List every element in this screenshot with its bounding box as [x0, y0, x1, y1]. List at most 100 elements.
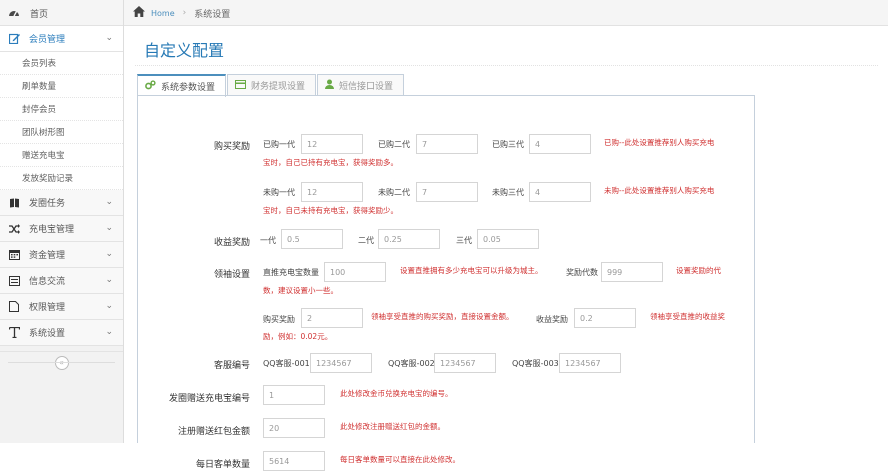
sidebar-item-label: 充电宝管理	[29, 225, 75, 235]
bought-hint-line1: 已购--此处设置推荐别人购买充电	[604, 138, 715, 147]
income-gen3-label: 三代	[456, 236, 472, 245]
income-gen2-input[interactable]	[378, 229, 440, 249]
double-chevron-left-icon[interactable]: «	[54, 355, 69, 370]
purchase-reward-label: 购买奖励	[213, 142, 250, 152]
breadcrumb: Home › 系统设置	[133, 0, 230, 26]
title-divider	[135, 65, 878, 66]
leader-purchase-input[interactable]	[301, 308, 363, 328]
calendar-icon	[8, 249, 20, 261]
submenu-item-team-tree[interactable]: 团队树形图	[0, 121, 123, 144]
bought-gen3-label: 已购三代	[492, 140, 524, 149]
notbought-hint-line2: 宝时，自己未持有充电宝，获得奖励少。	[263, 206, 398, 215]
notbought-gen3-label: 未购三代	[492, 188, 524, 197]
notbought-hint-line1: 未购--此处设置推荐别人购买充电	[604, 186, 715, 195]
sidebar: 会员管理 ⌄ 会员列表 刷单数量 封停会员 团队树形图 赠送充电宝 发放奖励记录…	[0, 26, 124, 443]
chevron-down-icon: ⌄	[105, 249, 113, 259]
notbought-gen2-label: 未购二代	[378, 188, 410, 197]
daily-orders-label: 每日客单数量	[195, 460, 250, 470]
qq-service-1-input[interactable]	[310, 353, 372, 373]
member-submenu: 会员列表 刷单数量 封停会员 团队树形图 赠送充电宝 发放奖励记录	[0, 52, 123, 190]
dashboard-label: 首页	[30, 9, 49, 20]
income-gen1-input[interactable]	[281, 229, 343, 249]
tab-label: 系统参数设置	[161, 83, 216, 93]
chevron-down-icon: ⌄	[105, 33, 113, 43]
circle-gift-id-input[interactable]	[263, 385, 325, 405]
sidebar-item-label: 会员管理	[29, 35, 66, 45]
qq-service-3-input[interactable]	[559, 353, 621, 373]
leader-generations-input[interactable]	[601, 262, 663, 282]
submenu-item-member-list[interactable]: 会员列表	[0, 52, 123, 75]
chevron-down-icon: ⌄	[105, 327, 113, 337]
leader-direct-count-label: 直推充电宝数量	[263, 268, 319, 277]
bought-gen2-label: 已购二代	[378, 140, 410, 149]
submenu-item-order-count[interactable]: 刷单数量	[0, 75, 123, 98]
bought-gen1-input[interactable]	[301, 134, 363, 154]
leader-income-hint-line1: 领袖享受直推的收益奖	[650, 312, 725, 321]
page-title: 自定义配置	[144, 41, 225, 60]
bought-hint-line2: 宝时，自己已持有充电宝，获得奖励多。	[263, 158, 398, 167]
income-gen3-input[interactable]	[477, 229, 539, 249]
submenu-item-banned-members[interactable]: 封停会员	[0, 98, 123, 121]
main-content: 自定义配置 系统参数设置 财务提现设置 短信接口设置 购买奖励 已购一代 已购二…	[125, 27, 888, 471]
sidebar-item-label: 发圈任务	[29, 199, 66, 209]
tab-system-params[interactable]: 系统参数设置	[137, 74, 227, 97]
daily-orders-hint: 每日客单数量可以直接在此处修改。	[340, 455, 460, 464]
sidebar-item-label: 资金管理	[29, 251, 66, 261]
bought-gen3-input[interactable]	[529, 134, 591, 154]
qq-service-1-label: QQ客服-001	[263, 359, 310, 368]
leader-direct-count-input[interactable]	[324, 262, 386, 282]
bought-gen2-input[interactable]	[416, 134, 478, 154]
leader-generations-label: 奖励代数	[566, 268, 598, 277]
sidebar-item-funds[interactable]: 资金管理 ⌄	[0, 242, 123, 268]
home-icon[interactable]	[133, 6, 145, 20]
file-icon	[8, 301, 20, 313]
submenu-item-gift-powerbank[interactable]: 赠送充电宝	[0, 144, 123, 167]
dashboard-icon	[8, 7, 20, 20]
sidebar-collapse-toggle[interactable]: «	[0, 351, 123, 373]
circle-gift-id-label: 发圈赠送充电宝编号	[168, 394, 250, 404]
leader-generations-hint-line1: 设置奖励的代	[676, 266, 721, 275]
sidebar-item-label: 系统设置	[29, 329, 66, 339]
tab-finance-withdraw[interactable]: 财务提现设置	[227, 74, 317, 96]
sidebar-item-circle-tasks[interactable]: 发圈任务 ⌄	[0, 190, 123, 216]
register-bonus-input[interactable]	[263, 418, 325, 438]
notbought-gen1-input[interactable]	[301, 182, 363, 202]
leader-purchase-hint: 领袖享受直推的购买奖励，直接设置金额。	[371, 312, 514, 321]
qq-service-2-input[interactable]	[434, 353, 496, 373]
user-icon	[325, 79, 335, 92]
tab-label: 财务提现设置	[251, 82, 306, 92]
leader-income-input[interactable]	[574, 308, 636, 328]
breadcrumb-separator: ›	[182, 8, 187, 18]
notbought-gen3-input[interactable]	[529, 182, 591, 202]
qq-service-3-label: QQ客服-003	[512, 359, 559, 368]
income-gen2-label: 二代	[358, 236, 374, 245]
income-reward-label: 收益奖励	[213, 238, 250, 248]
sidebar-item-powerbank[interactable]: 充电宝管理 ⌄	[0, 216, 123, 242]
sidebar-item-permissions[interactable]: 权限管理 ⌄	[0, 294, 123, 320]
chevron-down-icon: ⌄	[105, 197, 113, 207]
leader-income-hint-line2: 励，例如：0.02元。	[263, 332, 333, 341]
notbought-gen2-input[interactable]	[416, 182, 478, 202]
edit-icon	[8, 33, 20, 45]
breadcrumb-home-link[interactable]: Home	[151, 9, 175, 18]
bought-gen1-label: 已购一代	[263, 140, 295, 149]
tab-sms-api[interactable]: 短信接口设置	[317, 74, 405, 96]
sidebar-item-messages[interactable]: 信息交流 ⌄	[0, 268, 123, 294]
top-navbar: 首页 Home › 系统设置	[0, 0, 888, 26]
chevron-down-icon: ⌄	[105, 223, 113, 233]
submenu-item-reward-records[interactable]: 发放奖励记录	[0, 167, 123, 190]
notbought-gen1-label: 未购一代	[263, 188, 295, 197]
sidebar-item-member[interactable]: 会员管理 ⌄	[0, 26, 123, 52]
settings-tabs: 系统参数设置 财务提现设置 短信接口设置	[137, 74, 405, 97]
shuffle-icon	[8, 223, 20, 235]
text-icon	[8, 327, 20, 339]
sidebar-item-system-settings[interactable]: 系统设置 ⌄	[0, 320, 123, 346]
dashboard-nav[interactable]: 首页	[0, 0, 124, 26]
leader-purchase-label: 购买奖励	[263, 315, 295, 324]
leader-income-label: 收益奖励	[536, 315, 568, 324]
daily-orders-input[interactable]	[263, 451, 325, 471]
register-bonus-label: 注册赠送红包金额	[177, 427, 250, 437]
qq-service-2-label: QQ客服-002	[388, 359, 435, 368]
cogs-icon	[145, 80, 156, 93]
book-icon	[8, 197, 20, 209]
